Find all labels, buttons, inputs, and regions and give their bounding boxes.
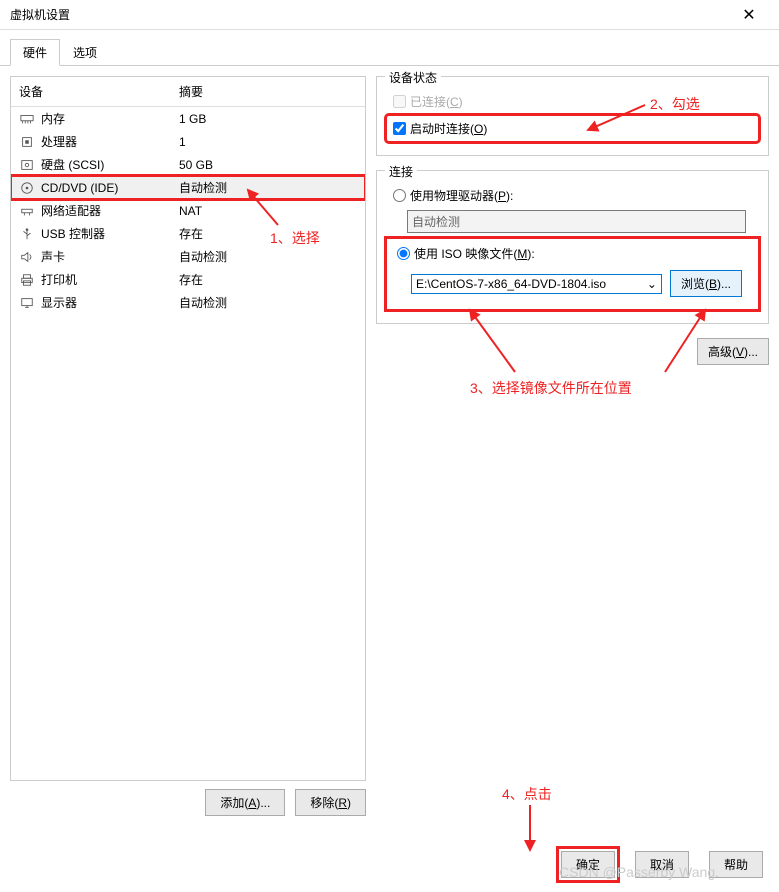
sound-icon [19, 250, 35, 264]
device-row-sound[interactable]: 声卡 自动检测 [11, 245, 365, 268]
advanced-button[interactable]: 高级(V)... [697, 338, 769, 365]
title-bar: 虚拟机设置 ✕ [0, 0, 779, 30]
cpu-icon [19, 135, 35, 149]
connect-at-poweron-checkbox[interactable] [393, 122, 406, 135]
cddvd-icon [19, 181, 35, 195]
device-table: 设备 摘要 内存 1 GB 处理器 1 硬盘 (SCSI) 50 GB CD/D… [10, 76, 366, 781]
header-summary: 摘要 [179, 83, 357, 100]
help-button[interactable]: 帮助 [709, 851, 763, 878]
physical-drive-combo[interactable]: 自动检测 [407, 210, 746, 233]
use-physical-label: 使用物理驱动器(P): [410, 187, 513, 204]
iso-path-combo[interactable]: E:\CentOS-7-x86_64-DVD-1804.iso ⌄ [411, 274, 662, 294]
ok-button[interactable]: 确定 [561, 851, 615, 878]
device-status-group: 设备状态 已连接(C) 启动时连接(O) [376, 76, 769, 156]
device-row-cddvd[interactable]: CD/DVD (IDE) 自动检测 [11, 176, 365, 199]
dialog-footer: 确定 取消 帮助 [561, 851, 763, 878]
close-icon[interactable]: ✕ [729, 5, 769, 25]
browse-button[interactable]: 浏览(B)... [670, 270, 742, 297]
connected-checkbox [393, 95, 406, 108]
device-status-legend: 设备状态 [385, 69, 441, 86]
use-iso-label: 使用 ISO 映像文件(M): [414, 245, 535, 262]
device-row-display[interactable]: 显示器 自动检测 [11, 291, 365, 314]
tab-hardware[interactable]: 硬件 [10, 39, 60, 66]
memory-icon [19, 112, 35, 126]
cancel-button[interactable]: 取消 [635, 851, 689, 878]
device-table-header: 设备 摘要 [11, 77, 365, 107]
network-icon [19, 204, 35, 218]
display-icon [19, 296, 35, 310]
use-iso-radio[interactable] [397, 247, 410, 260]
add-button[interactable]: 添加(A)... [205, 789, 285, 816]
connection-legend: 连接 [385, 163, 417, 180]
disk-icon [19, 158, 35, 172]
device-row-disk[interactable]: 硬盘 (SCSI) 50 GB [11, 153, 365, 176]
tab-options[interactable]: 选项 [60, 39, 110, 66]
chevron-down-icon: ⌄ [647, 277, 657, 291]
device-row-usb[interactable]: USB 控制器 存在 [11, 222, 365, 245]
tab-strip: 硬件 选项 [0, 30, 779, 66]
device-row-network[interactable]: 网络适配器 NAT [11, 199, 365, 222]
device-row-cpu[interactable]: 处理器 1 [11, 130, 365, 153]
connection-group: 连接 使用物理驱动器(P): 自动检测 使用 ISO 映像文件(M): E:\C… [376, 170, 769, 324]
connect-at-poweron-label: 启动时连接(O) [410, 120, 487, 137]
window-title: 虚拟机设置 [10, 6, 729, 23]
use-physical-radio[interactable] [393, 189, 406, 202]
device-row-printer[interactable]: 打印机 存在 [11, 268, 365, 291]
header-device: 设备 [19, 83, 179, 100]
connected-label: 已连接(C) [410, 93, 463, 110]
printer-icon [19, 273, 35, 287]
remove-button[interactable]: 移除(R) [295, 789, 366, 816]
usb-icon [19, 227, 35, 241]
device-row-memory[interactable]: 内存 1 GB [11, 107, 365, 130]
